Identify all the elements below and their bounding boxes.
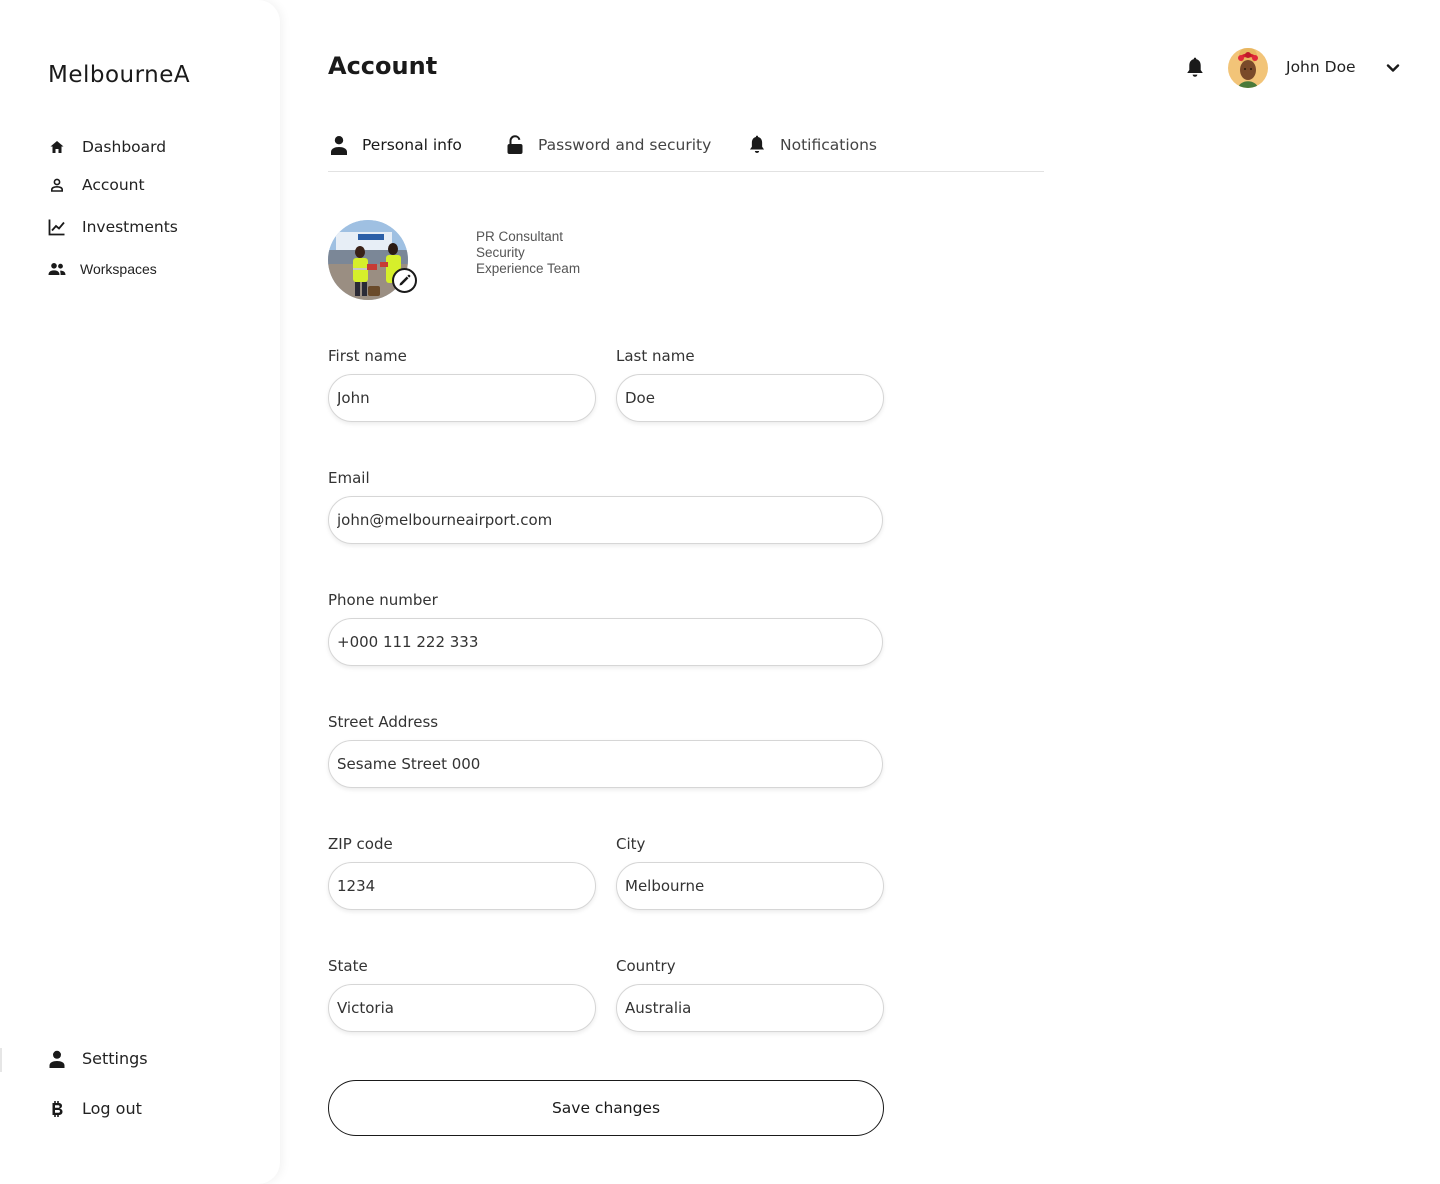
sidebar-item-logout[interactable]: Log out: [48, 1099, 142, 1118]
city-label: City: [616, 835, 646, 853]
sidebar-item-label: Account: [82, 176, 145, 194]
sidebar-item-label: Log out: [82, 1099, 142, 1118]
user-name[interactable]: John Doe: [1286, 58, 1356, 76]
last-name-label: Last name: [616, 347, 695, 365]
line-chart-icon: [48, 218, 66, 236]
street-address-label: Street Address: [328, 713, 439, 731]
bitcoin-icon: [48, 1100, 66, 1118]
settings-active-marker: [0, 1048, 2, 1072]
account-tabs: Personal info Password and security Noti…: [328, 130, 1044, 172]
first-name-field[interactable]: [328, 374, 596, 422]
zip-code-field[interactable]: [328, 862, 596, 910]
pencil-icon: [398, 274, 411, 287]
save-changes-button[interactable]: Save changes: [328, 1080, 884, 1136]
phone-label: Phone number: [328, 591, 438, 609]
role-department: Security: [476, 245, 525, 260]
phone-field[interactable]: [328, 618, 883, 666]
tab-password-security[interactable]: Password and security: [504, 134, 711, 156]
sidebar-item-label: Workspaces: [80, 261, 157, 277]
user-outline-icon: [48, 176, 66, 194]
user-avatar[interactable]: [1228, 48, 1268, 88]
sidebar-item-investments[interactable]: Investments: [48, 218, 178, 236]
sidebar-item-settings[interactable]: Settings: [48, 1049, 148, 1068]
state-field[interactable]: [328, 984, 596, 1032]
tab-label: Personal info: [362, 136, 462, 154]
first-name-label: First name: [328, 347, 407, 365]
bell-icon: [746, 134, 768, 156]
sidebar-item-dashboard[interactable]: Dashboard: [48, 138, 166, 156]
app-logo: MelbourneA: [48, 62, 191, 88]
country-field[interactable]: [616, 984, 884, 1032]
tab-personal-info[interactable]: Personal info: [328, 134, 462, 156]
email-field[interactable]: [328, 496, 883, 544]
people-icon: [48, 260, 66, 278]
tab-label: Notifications: [780, 136, 878, 154]
role-title: PR Consultant: [476, 229, 564, 244]
tab-notifications[interactable]: Notifications: [746, 134, 877, 156]
sidebar-item-label: Investments: [82, 218, 178, 236]
zip-code-label: ZIP code: [328, 835, 393, 853]
unlock-icon: [504, 134, 526, 156]
sidebar-item-label: Dashboard: [82, 138, 167, 156]
profile-role-info: PR Consultant Security Experience Team: [476, 229, 580, 277]
home-icon: [48, 138, 66, 156]
role-team: Experience Team: [476, 261, 581, 276]
last-name-field[interactable]: [616, 374, 884, 422]
street-address-field[interactable]: [328, 740, 883, 788]
edit-photo-button[interactable]: [392, 268, 417, 293]
person-icon: [328, 134, 350, 156]
sidebar-item-account[interactable]: Account: [48, 176, 145, 194]
city-field[interactable]: [616, 862, 884, 910]
notifications-bell-icon[interactable]: [1185, 57, 1205, 79]
chevron-down-icon[interactable]: [1385, 60, 1401, 76]
tab-label: Password and security: [538, 136, 712, 154]
page-title: Account: [328, 52, 438, 80]
user-filled-icon: [48, 1050, 66, 1068]
email-label: Email: [328, 469, 370, 487]
state-label: State: [328, 957, 368, 975]
country-label: Country: [616, 957, 676, 975]
sidebar: MelbourneA Dashboard Account Investments…: [0, 0, 280, 1184]
sidebar-item-workspaces[interactable]: Workspaces: [48, 260, 157, 278]
sidebar-item-label: Settings: [82, 1049, 148, 1068]
